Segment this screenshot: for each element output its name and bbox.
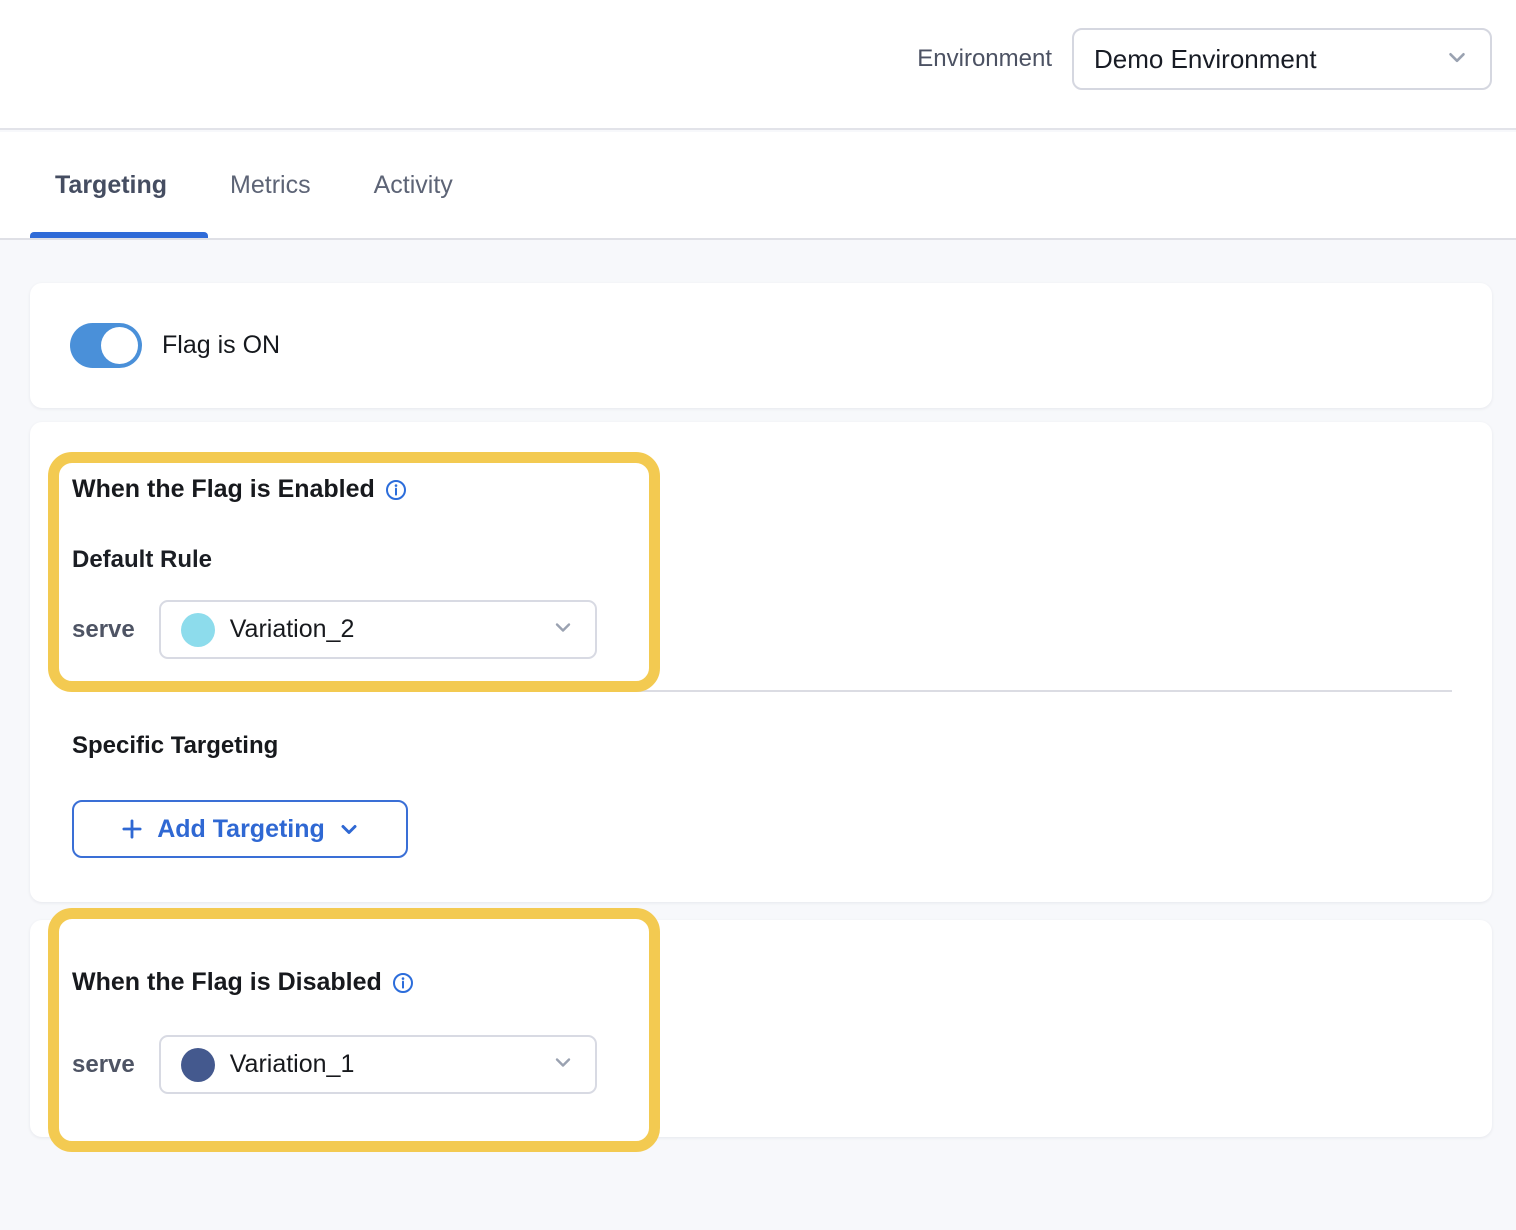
add-targeting-button[interactable]: Add Targeting	[72, 800, 408, 858]
disabled-variation-value: Variation_1	[230, 1050, 355, 1079]
flag-status-label: Flag is ON	[162, 331, 280, 360]
serve-label: serve	[72, 616, 135, 644]
tab-targeting[interactable]: Targeting	[55, 171, 167, 200]
info-icon[interactable]	[392, 972, 414, 994]
chevron-down-icon	[551, 615, 575, 644]
disabled-section-header: When the Flag is Disabled	[72, 966, 629, 998]
plus-icon	[119, 816, 145, 842]
disabled-rules-card: When the Flag is Disabled serve Variatio…	[30, 920, 1492, 1137]
disabled-section-title: When the Flag is Disabled	[72, 966, 382, 998]
environment-row: Environment Demo Environment	[917, 28, 1492, 90]
tab-metrics[interactable]: Metrics	[230, 171, 311, 200]
tabs: Targeting Metrics Activity	[55, 132, 453, 238]
variation-color-dot	[181, 613, 215, 647]
serve-label: serve	[72, 1051, 135, 1079]
tab-bar: Targeting Metrics Activity	[0, 132, 1516, 240]
tab-activity[interactable]: Activity	[374, 171, 453, 200]
specific-targeting-heading: Specific Targeting	[72, 732, 278, 760]
flag-toggle[interactable]	[70, 323, 142, 368]
default-rule-heading: Default Rule	[72, 546, 629, 574]
chevron-down-icon	[337, 817, 361, 841]
chevron-down-icon	[551, 1050, 575, 1079]
active-tab-indicator	[30, 232, 208, 238]
chevron-down-icon	[1444, 44, 1470, 75]
enabled-variation-select[interactable]: Variation_2	[159, 600, 597, 659]
disabled-section-highlight: When the Flag is Disabled serve Variatio…	[48, 908, 660, 1152]
default-rule-serve-row: serve Variation_2	[72, 600, 629, 659]
environment-select[interactable]: Demo Environment	[1072, 28, 1492, 90]
targeting-rules-card: When the Flag is Enabled Default Rule se…	[30, 422, 1492, 902]
page-header: Environment Demo Environment	[0, 0, 1516, 130]
add-targeting-label: Add Targeting	[157, 815, 325, 844]
enabled-section-header: When the Flag is Enabled	[72, 473, 629, 505]
toggle-knob	[101, 327, 138, 364]
variation-color-dot	[181, 1048, 215, 1082]
disabled-variation-select[interactable]: Variation_1	[159, 1035, 597, 1094]
environment-select-value: Demo Environment	[1094, 44, 1317, 75]
flag-status-card: Flag is ON	[30, 283, 1492, 408]
enabled-variation-value: Variation_2	[230, 615, 355, 644]
enabled-section-highlight: When the Flag is Enabled Default Rule se…	[48, 452, 660, 692]
enabled-section-title: When the Flag is Enabled	[72, 473, 375, 505]
environment-label: Environment	[917, 45, 1052, 73]
info-icon[interactable]	[385, 479, 407, 501]
disabled-serve-row: serve Variation_1	[72, 1035, 629, 1094]
